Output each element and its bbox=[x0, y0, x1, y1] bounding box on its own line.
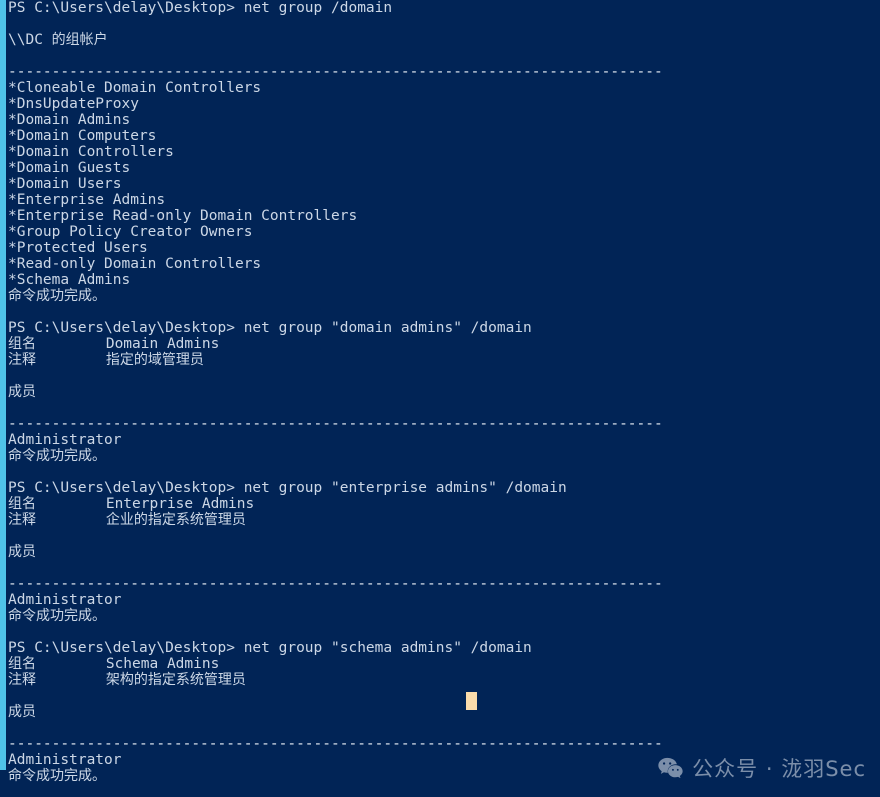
console-line: ----------------------------------------… bbox=[8, 64, 663, 80]
console-line: 组名 Enterprise Admins bbox=[8, 496, 255, 512]
console-line: Administrator bbox=[8, 592, 122, 608]
console-line: *Enterprise Admins bbox=[8, 192, 166, 208]
console-line: *Domain Controllers bbox=[8, 144, 174, 160]
console-left-highlight-strip bbox=[0, 0, 6, 770]
console-line: 成员 bbox=[8, 704, 36, 720]
console-line: 成员 bbox=[8, 384, 36, 400]
console-line: 命令成功完成。 bbox=[8, 288, 106, 304]
console-line: \\DC 的组帐户 bbox=[8, 32, 108, 48]
console-line: 注释 企业的指定系统管理员 bbox=[8, 512, 246, 528]
console-line: 成员 bbox=[8, 544, 36, 560]
console-line: *Protected Users bbox=[8, 240, 148, 256]
console-line: 命令成功完成。 bbox=[8, 768, 106, 784]
console-line: PS C:\Users\delay\Desktop> net group /do… bbox=[8, 0, 393, 16]
console-line: ----------------------------------------… bbox=[8, 576, 663, 592]
console-line: ----------------------------------------… bbox=[8, 416, 663, 432]
console-line: PS C:\Users\delay\Desktop> net group "en… bbox=[8, 480, 567, 496]
console-line: 组名 Schema Admins bbox=[8, 656, 220, 672]
console-line: *DnsUpdateProxy bbox=[8, 96, 139, 112]
console-line: 注释 架构的指定系统管理员 bbox=[8, 672, 246, 688]
powershell-console[interactable]: PS C:\Users\delay\Desktop> net group /do… bbox=[0, 0, 880, 797]
console-line: *Enterprise Read-only Domain Controllers bbox=[8, 208, 358, 224]
console-line: 组名 Domain Admins bbox=[8, 336, 220, 352]
console-line: *Read-only Domain Controllers bbox=[8, 256, 262, 272]
console-line: ----------------------------------------… bbox=[8, 736, 663, 752]
console-line: 注释 指定的域管理员 bbox=[8, 352, 204, 368]
console-line: *Domain Admins bbox=[8, 112, 131, 128]
console-line: *Domain Guests bbox=[8, 160, 131, 176]
console-line: Administrator bbox=[8, 432, 122, 448]
console-output-text: PS C:\Users\delay\Desktop> net group /do… bbox=[8, 0, 880, 784]
console-line: PS C:\Users\delay\Desktop> net group "sc… bbox=[8, 640, 532, 656]
text-cursor bbox=[466, 692, 477, 710]
console-line: *Group Policy Creator Owners bbox=[8, 224, 253, 240]
console-line: *Domain Computers bbox=[8, 128, 157, 144]
console-line: 命令成功完成。 bbox=[8, 608, 106, 624]
console-line: Administrator bbox=[8, 752, 122, 768]
console-line: 命令成功完成。 bbox=[8, 448, 106, 464]
console-line: *Domain Users bbox=[8, 176, 122, 192]
console-line: *Cloneable Domain Controllers bbox=[8, 80, 262, 96]
console-line: PS C:\Users\delay\Desktop> net group "do… bbox=[8, 320, 532, 336]
console-line: *Schema Admins bbox=[8, 272, 131, 288]
